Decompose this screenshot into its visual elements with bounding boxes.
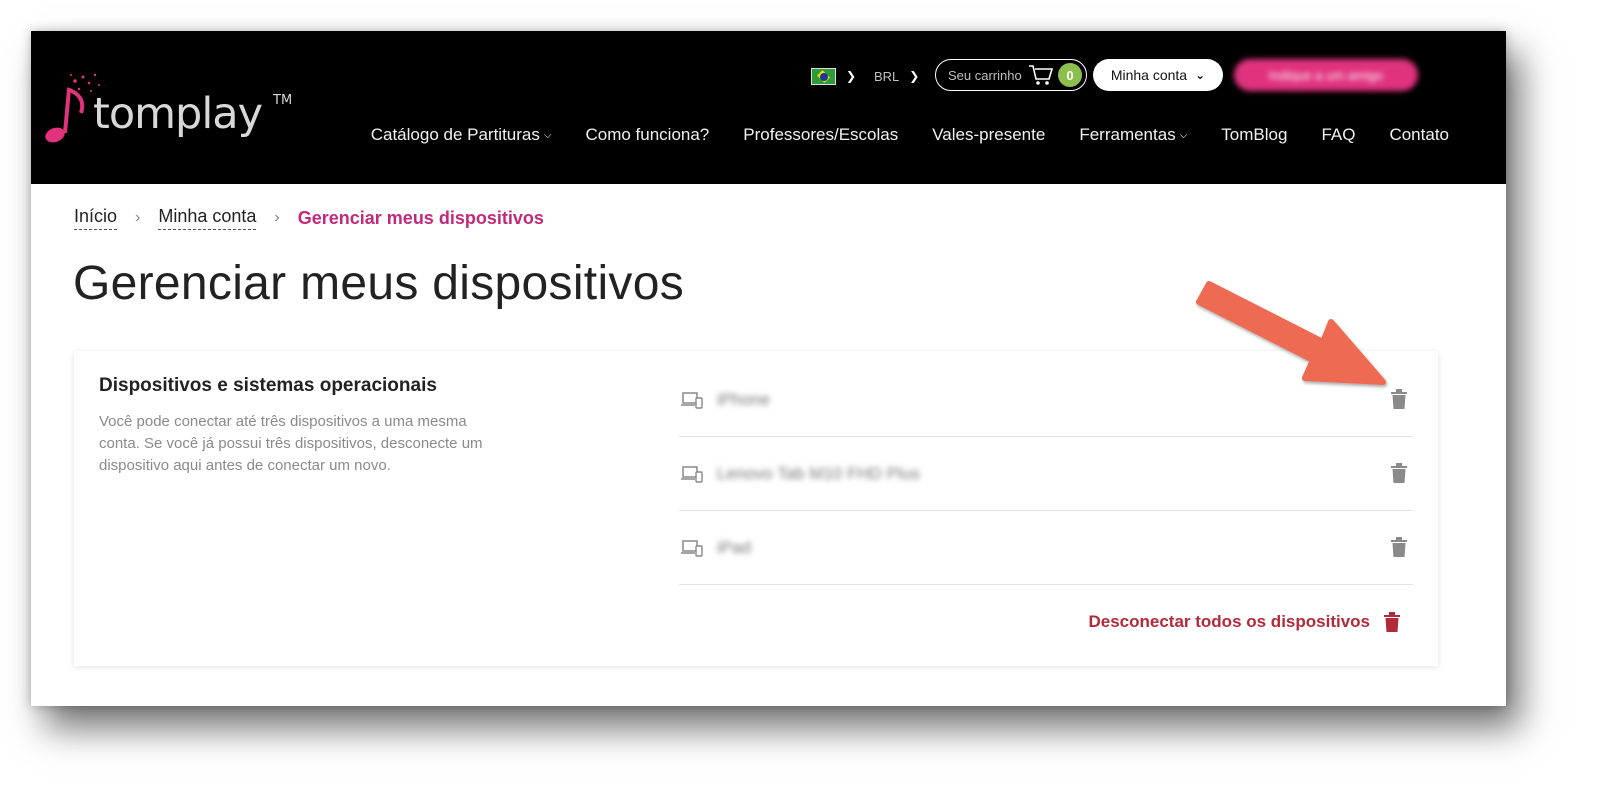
logo-text: tomplay <box>93 89 263 139</box>
main-nav: Catálogo de Partituras ⌵ Como funciona? … <box>371 125 1449 145</box>
breadcrumb-current: Gerenciar meus dispositivos <box>297 207 544 228</box>
devices-icon <box>681 539 703 557</box>
device-name: Lenovo Tab M10 FHD Plus <box>717 463 920 483</box>
nav-item-gift-cards[interactable]: Vales-presente <box>932 125 1045 145</box>
my-account-label: Minha conta <box>1110 67 1188 83</box>
chevron-down-icon: ❯ <box>846 69 857 83</box>
refer-friend-button[interactable]: Indique a um amigo <box>1234 59 1418 91</box>
devices-card: Dispositivos e sistemas operacionais Voc… <box>74 351 1438 666</box>
page-title: Gerenciar meus dispositivos <box>73 257 685 310</box>
logo-trademark: TM <box>273 93 293 108</box>
nav-item-teachers[interactable]: Professores/Escolas <box>743 125 898 145</box>
nav-item-catalog[interactable]: Catálogo de Partituras ⌵ <box>371 125 552 145</box>
nav-item-tools[interactable]: Ferramentas ⌵ <box>1079 125 1187 145</box>
brazil-flag-icon <box>811 67 836 85</box>
chevron-down-icon: ⌄ <box>1195 68 1206 82</box>
chevron-down-icon: ❯ <box>909 69 920 83</box>
device-name: iPhone <box>717 389 770 409</box>
trash-icon[interactable] <box>1391 389 1407 409</box>
disconnect-all-button[interactable]: Desconectar todos os dispositivos <box>1088 612 1400 632</box>
devices-card-title: Dispositivos e sistemas operacionais <box>99 375 437 396</box>
trash-icon[interactable] <box>1391 463 1407 483</box>
chevron-right-icon: › <box>135 209 141 226</box>
site-header: tomplay TM ❯ BRL ❯ Seu carrinho 0 Minha … <box>31 31 1506 184</box>
chevron-right-icon: › <box>274 209 280 226</box>
trash-icon[interactable] <box>1391 537 1407 557</box>
chevron-down-icon: ⌵ <box>543 129 552 141</box>
devices-card-description: Você pode conectar até três dispositivos… <box>99 413 483 474</box>
nav-item-faq[interactable]: FAQ <box>1321 125 1355 145</box>
annotation-arrow-icon <box>1196 281 1386 385</box>
breadcrumb-my-account[interactable]: Minha conta <box>158 206 257 230</box>
nav-item-how-it-works[interactable]: Como funciona? <box>585 125 709 145</box>
device-name: iPad <box>717 537 752 557</box>
language-selector[interactable]: ❯ <box>811 61 856 91</box>
my-account-button[interactable]: Minha conta ⌄ <box>1093 59 1223 91</box>
currency-label: BRL <box>874 68 900 84</box>
chevron-down-icon: ⌵ <box>1179 129 1188 141</box>
cart-icon <box>1028 65 1053 85</box>
cart-button[interactable]: Seu carrinho 0 <box>935 59 1087 91</box>
devices-icon <box>681 391 703 409</box>
devices-icon <box>681 465 703 483</box>
device-row: iPad <box>679 511 1413 585</box>
disconnect-all-label: Desconectar todos os dispositivos <box>1088 612 1370 631</box>
nav-item-blog[interactable]: TomBlog <box>1221 125 1287 145</box>
cart-count-badge: 0 <box>1058 63 1082 87</box>
device-row: Lenovo Tab M10 FHD Plus <box>679 437 1413 511</box>
breadcrumb-home[interactable]: Início <box>74 206 118 230</box>
tomplay-logo[interactable]: tomplay TM <box>41 69 301 151</box>
trash-icon <box>1384 612 1400 632</box>
nav-item-contact[interactable]: Contato <box>1389 125 1449 145</box>
cart-label: Seu carrinho <box>948 67 1022 83</box>
currency-selector[interactable]: BRL ❯ <box>874 61 919 91</box>
refer-friend-label: Indique a um amigo <box>1268 67 1384 83</box>
music-note-logo-icon <box>45 73 100 143</box>
device-list: iPhone Lenovo Tab M10 FHD Plus iPad <box>679 363 1413 585</box>
breadcrumb: Início › Minha conta › Gerenciar meus di… <box>74 206 544 230</box>
